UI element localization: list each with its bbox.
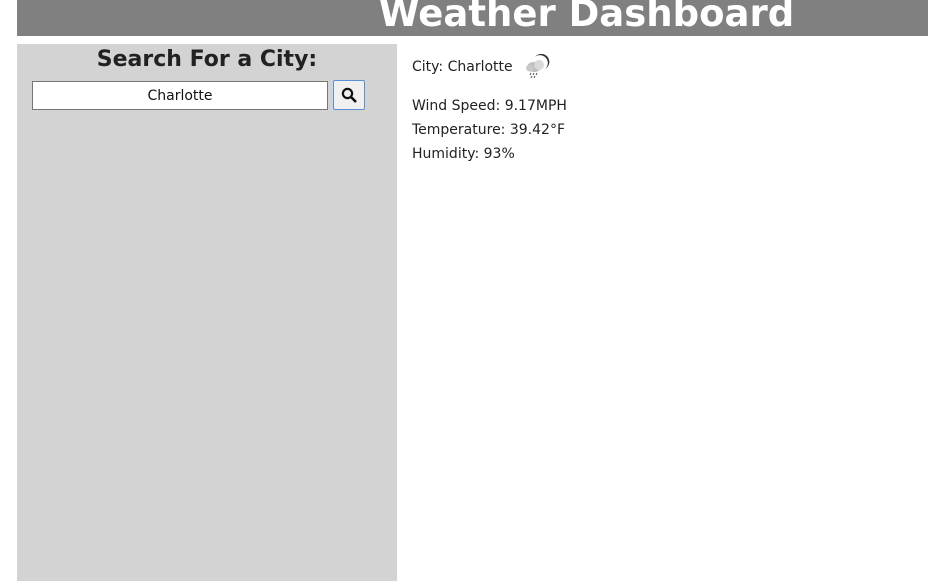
wind-speed-line: Wind Speed: 9.17MPH xyxy=(412,95,567,117)
humidity-label: Humidity: xyxy=(412,146,480,162)
temperature-label: Temperature: xyxy=(412,122,506,138)
city-search-input[interactable] xyxy=(32,81,328,110)
app-header: Weather Dashboard xyxy=(17,0,928,36)
humidity-value: 93% xyxy=(483,146,515,162)
temperature-value: 39.42°F xyxy=(509,122,565,138)
wind-speed-label: Wind Speed: xyxy=(412,98,501,114)
page-title: Weather Dashboard xyxy=(378,0,795,35)
rain-cloud-icon xyxy=(521,53,551,89)
search-sidebar: Search For a City: xyxy=(17,44,397,581)
humidity-line: Humidity: 93% xyxy=(412,143,515,165)
search-icon xyxy=(341,87,357,103)
search-button[interactable] xyxy=(333,80,365,110)
city-label: City: xyxy=(412,59,444,75)
wind-speed-value: 9.17MPH xyxy=(504,98,567,114)
city-row: City: Charlotte xyxy=(412,53,550,79)
temperature-line: Temperature: 39.42°F xyxy=(412,119,565,141)
city-name: Charlotte xyxy=(447,59,513,75)
search-heading: Search For a City: xyxy=(96,47,318,72)
